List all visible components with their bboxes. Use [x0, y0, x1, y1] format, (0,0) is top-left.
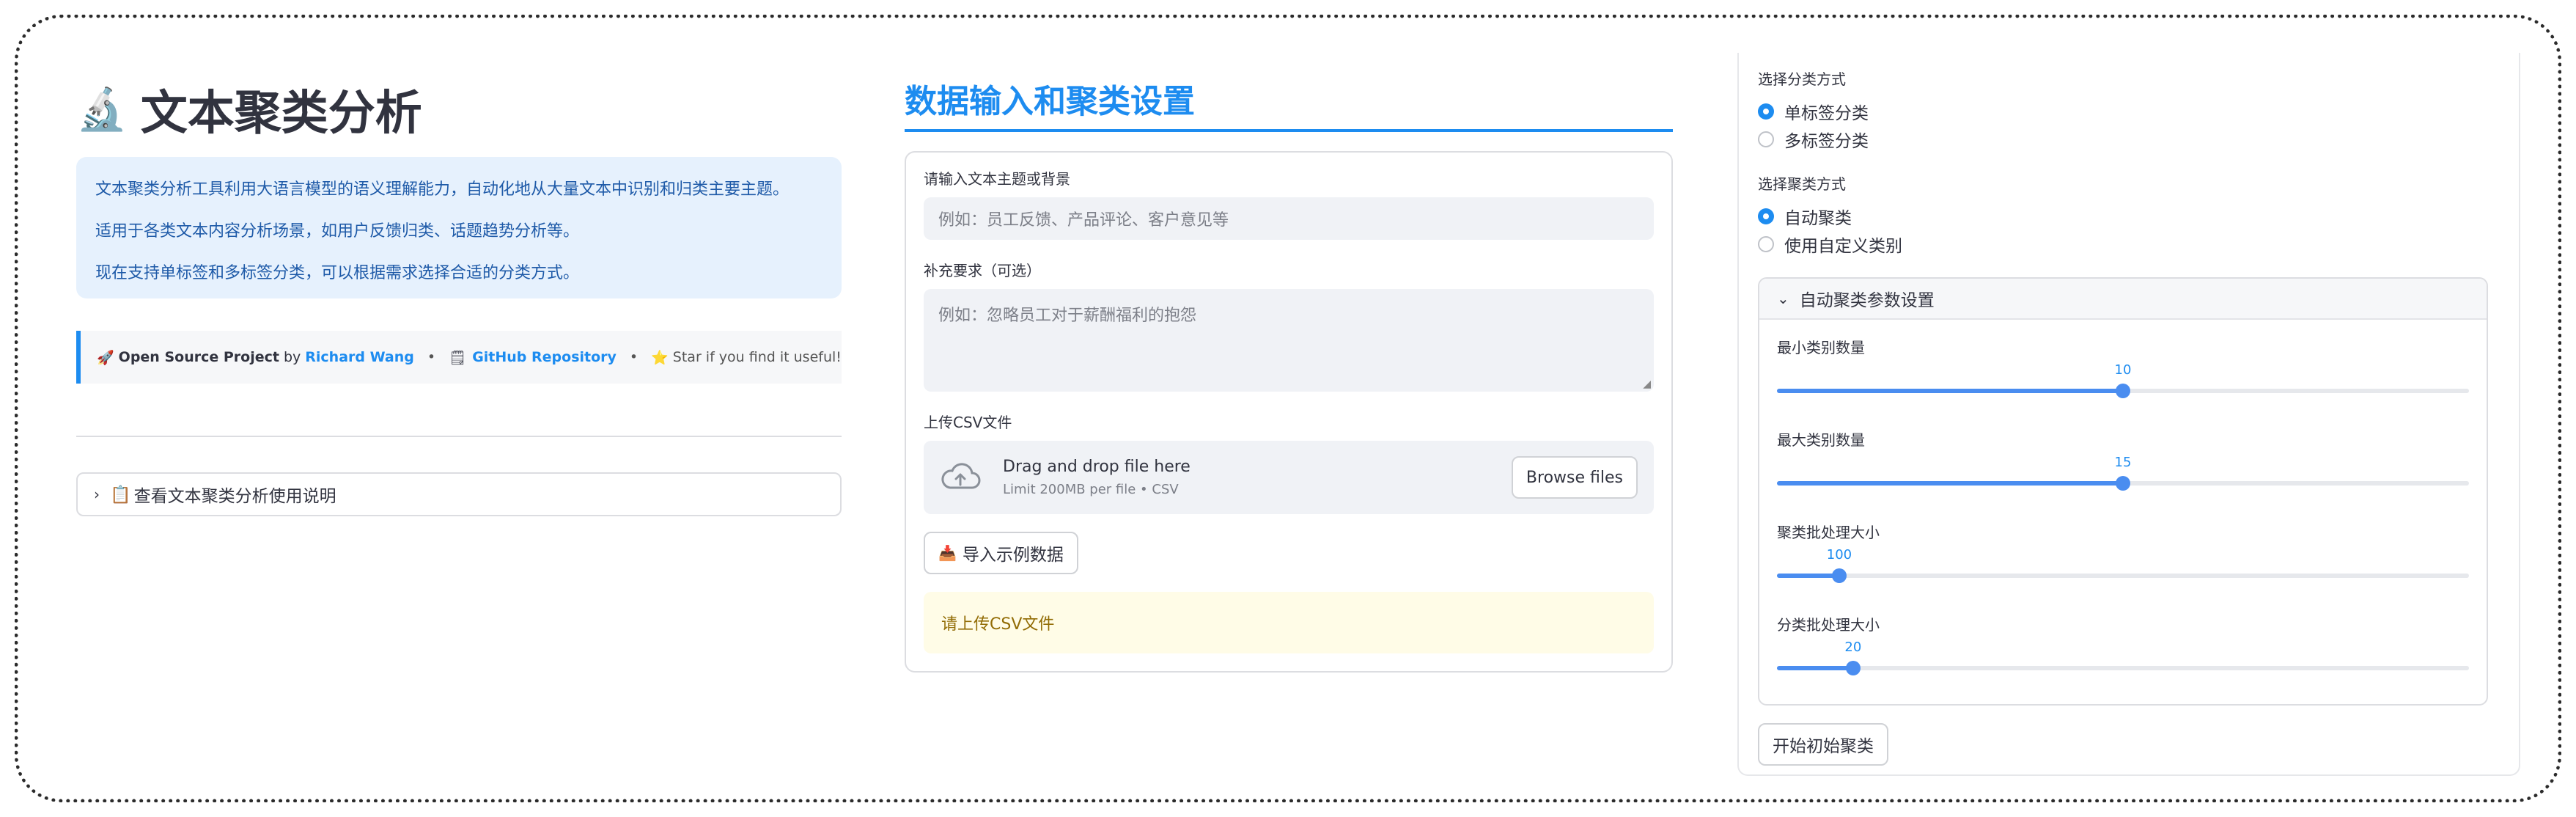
slider-label: 最大类别数量 [1777, 431, 1865, 449]
upload-warning-text: 请上传CSV文件 [941, 615, 1055, 634]
radio-selected-icon[interactable] [1758, 103, 1774, 120]
upload-label: 上传CSV文件 [924, 414, 1012, 431]
radio-label: 自动聚类 [1784, 209, 1852, 228]
project-label: Open Source Project [118, 349, 279, 365]
slider-min-categories: 最小类别数量 10 [1777, 336, 2469, 400]
radio-unselected-icon[interactable] [1758, 131, 1774, 147]
slider-fill [1777, 389, 2123, 393]
left-column: 🔬 文本聚类分析 文本聚类分析工具利用大语言模型的语义理解能力，自动化地从大量文… [76, 73, 842, 516]
extra-requirements-textarea[interactable]: 例如：忽略员工对于薪酬福利的抱怨 ◢ [924, 289, 1654, 392]
topic-input[interactable]: 例如：员工反馈、产品评论、客户意见等 [924, 197, 1654, 240]
slider-label: 最小类别数量 [1777, 339, 1865, 356]
dropzone-text: Drag and drop file here Limit 200MB per … [1003, 458, 1191, 497]
slider-fill [1777, 481, 2123, 486]
section-title-underline [905, 129, 1673, 132]
slider-label: 聚类批处理大小 [1777, 524, 1880, 541]
radio-single-label[interactable]: 单标签分类 [1758, 98, 2500, 125]
github-icon: 🗒 [449, 349, 467, 366]
import-sample-data-button[interactable]: 📥 导入示例数据 [924, 532, 1078, 574]
slider-thumb[interactable] [2116, 476, 2130, 491]
extra-requirements-placeholder: 例如：忽略员工对于薪酬福利的抱怨 [938, 307, 1197, 325]
classify-mode-label: 选择分类方式 [1758, 70, 1846, 88]
chevron-right-icon: › [94, 486, 100, 503]
slider-max-categories: 最大类别数量 15 [1777, 428, 2469, 493]
slider-value: 100 [1826, 547, 1852, 563]
dropzone-main-text: Drag and drop file here [1003, 458, 1191, 476]
start-initial-clustering-button[interactable]: 开始初始聚类 [1758, 723, 1888, 766]
radio-custom-categories[interactable]: 使用自定义类别 [1758, 230, 2500, 258]
intro-paragraph: 现在支持单标签和多标签分类，可以根据需求选择合适的分类方式。 [95, 264, 580, 282]
microscope-icon: 🔬 [76, 86, 128, 133]
radio-selected-icon[interactable] [1758, 208, 1774, 224]
open-source-banner: 🚀 Open Source Project by Richard Wang • … [76, 331, 842, 384]
import-sample-data-label: 导入示例数据 [962, 546, 1064, 565]
slider-classify-batch-size: 分类批处理大小 20 [1777, 613, 2469, 678]
intro-paragraph: 适用于各类文本内容分析场景，如用户反馈归类、话题趋势分析等。 [95, 222, 580, 241]
middle-column: 数据输入和聚类设置 请输入文本主题或背景 例如：员工反馈、产品评论、客户意见等 … [905, 81, 1673, 673]
cluster-mode-label: 选择聚类方式 [1758, 175, 1846, 193]
slider-value: 20 [1844, 640, 1862, 655]
upload-warning: 请上传CSV文件 [924, 592, 1654, 653]
params-title: 自动聚类参数设置 [1799, 291, 1935, 310]
slider-value: 15 [2114, 455, 2132, 470]
extra-requirements-label: 补充要求（可选） [924, 262, 1041, 279]
classify-mode-group: 选择分类方式 单标签分类 多标签分类 [1758, 67, 2500, 153]
file-dropzone[interactable]: Drag and drop file here Limit 200MB per … [924, 441, 1654, 514]
star-text: Star if you find it useful! [672, 349, 842, 365]
separator: • [629, 349, 639, 365]
slider-thumb[interactable] [1831, 568, 1847, 583]
slider-label: 分类批处理大小 [1777, 616, 1880, 634]
resize-grip-icon[interactable]: ◢ [1643, 378, 1651, 390]
browse-files-button[interactable]: Browse files [1511, 456, 1638, 499]
intro-paragraph: 文本聚类分析工具利用大语言模型的语义理解能力，自动化地从大量文本中识别和归类主要… [95, 180, 790, 199]
radio-auto-cluster[interactable]: 自动聚类 [1758, 202, 2500, 230]
slider-track[interactable] [1777, 666, 2469, 670]
cluster-mode-group: 选择聚类方式 自动聚类 使用自定义类别 [1758, 172, 2500, 258]
slider-track[interactable] [1777, 574, 2469, 578]
divider [76, 436, 842, 437]
slider-cluster-batch-size: 聚类批处理大小 100 [1777, 521, 2469, 585]
section-title: 数据输入和聚类设置 [905, 83, 1195, 120]
slider-track-area[interactable]: 10 [1777, 355, 2469, 400]
star-icon: ⭐ [651, 349, 669, 366]
chevron-down-icon: ⌄ [1777, 290, 1789, 307]
slider-thumb[interactable] [2116, 384, 2130, 398]
slider-track-area[interactable]: 15 [1777, 447, 2469, 493]
page-title-text: 文本聚类分析 [140, 87, 422, 141]
rocket-icon: 🚀 [97, 349, 114, 366]
slider-thumb[interactable] [1845, 661, 1861, 675]
radio-label: 使用自定义类别 [1784, 237, 1902, 256]
radio-unselected-icon[interactable] [1758, 236, 1774, 252]
right-column: 选择分类方式 单标签分类 多标签分类 选择聚类方式 自动聚类 使用自定义类别 ⌄… [1737, 53, 2520, 776]
params-body: 最小类别数量 10 最大类别数量 15 聚类批处理大小 100 分类批处理大小 … [1759, 320, 2487, 704]
intro-info-box: 文本聚类分析工具利用大语言模型的语义理解能力，自动化地从大量文本中识别和归类主要… [76, 157, 842, 298]
clipboard-icon: 📋 [110, 485, 131, 505]
topic-placeholder: 例如：员工反馈、产品评论、客户意见等 [938, 211, 1229, 230]
slider-track-area[interactable]: 20 [1777, 632, 2469, 678]
slider-value: 10 [2114, 362, 2132, 378]
slider-fill [1777, 666, 1853, 670]
separator: • [427, 349, 436, 365]
radio-label: 单标签分类 [1784, 104, 1869, 123]
slider-track-area[interactable]: 100 [1777, 540, 2469, 585]
auto-cluster-params-expander: ⌄ 自动聚类参数设置 最小类别数量 10 最大类别数量 15 聚类批处理大小 1… [1758, 277, 2488, 706]
usage-guide-expander[interactable]: › 📋 查看文本聚类分析使用说明 [76, 472, 842, 516]
topic-label: 请输入文本主题或背景 [924, 170, 1070, 188]
author-link[interactable]: Richard Wang [305, 349, 414, 365]
by-text: by [283, 349, 301, 365]
radio-label: 多标签分类 [1784, 132, 1869, 151]
page-title: 🔬 文本聚类分析 [76, 73, 842, 145]
input-form: 请输入文本主题或背景 例如：员工反馈、产品评论、客户意见等 补充要求（可选） 例… [905, 151, 1673, 673]
cloud-upload-icon [941, 463, 981, 489]
usage-guide-label: 查看文本聚类分析使用说明 [133, 487, 336, 506]
dropzone-limit-text: Limit 200MB per file • CSV [1003, 482, 1179, 497]
github-repository-link[interactable]: GitHub Repository [472, 349, 617, 365]
slider-fill [1777, 574, 1839, 578]
params-expander-header[interactable]: ⌄ 自动聚类参数设置 [1759, 279, 2487, 320]
inbox-tray-icon: 📥 [938, 544, 957, 562]
radio-multi-label[interactable]: 多标签分类 [1758, 125, 2500, 153]
